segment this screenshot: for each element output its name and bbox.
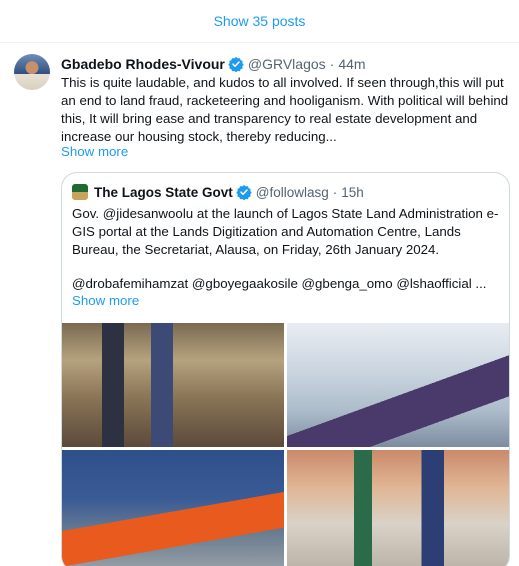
author-avatar[interactable] xyxy=(14,54,50,90)
photo-2[interactable] xyxy=(287,323,509,447)
quoted-timestamp[interactable]: 15h xyxy=(341,185,364,200)
quoted-header-separator: · xyxy=(332,184,338,200)
quoted-show-more-link[interactable]: Show more xyxy=(72,293,139,308)
quoted-tweet-text: Gov. @jidesanwoolu at the launch of Lago… xyxy=(72,206,499,257)
verified-badge-icon xyxy=(236,185,252,200)
author-handle[interactable]: @GRVlagos xyxy=(248,56,326,72)
verified-badge-icon xyxy=(228,57,244,72)
author-name[interactable]: Gbadebo Rhodes-Vivour xyxy=(61,56,225,72)
tweet-timestamp[interactable]: 44m xyxy=(338,56,365,72)
show-new-posts-button[interactable]: Show 35 posts xyxy=(0,0,519,43)
quoted-author-name[interactable]: The Lagos State Govt xyxy=(94,185,233,200)
show-more-link[interactable]: Show more xyxy=(61,144,128,159)
lagos-govt-logo-avatar xyxy=(72,184,88,200)
tweet-header: Gbadebo Rhodes-Vivour @GRVlagos · 44m xyxy=(61,55,366,73)
photo-4[interactable] xyxy=(287,450,509,566)
tweet-text: This is quite laudable, and kudos to all… xyxy=(61,75,509,144)
photo-3[interactable] xyxy=(62,450,284,566)
quoted-tweet-header: The Lagos State Govt @followlasg · 15h xyxy=(72,183,364,201)
quoted-tweet-mentions: @drobafemihamzat @gboyegaakosile @gbenga… xyxy=(72,276,487,291)
quoted-tweet[interactable]: The Lagos State Govt @followlasg · 15h G… xyxy=(61,172,510,566)
quoted-author-handle[interactable]: @followlasg xyxy=(256,185,329,200)
header-separator: · xyxy=(329,56,335,72)
photo-1[interactable] xyxy=(62,323,284,447)
